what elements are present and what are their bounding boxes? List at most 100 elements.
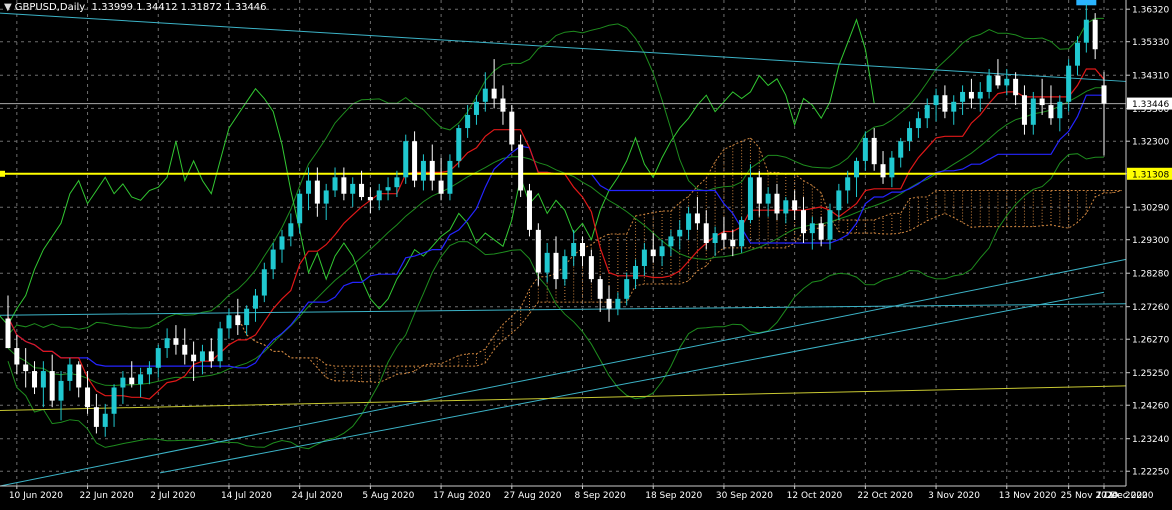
candle — [615, 292, 621, 316]
candle-body — [306, 180, 312, 194]
candle — [164, 328, 170, 358]
candle-body — [668, 236, 674, 247]
kijun-sen — [7, 94, 1104, 369]
candle-body — [5, 318, 11, 349]
candle — [1092, 13, 1098, 60]
candle-body — [588, 256, 594, 280]
candle — [668, 229, 674, 257]
candle-body — [332, 177, 338, 191]
candle-body — [129, 377, 135, 385]
candle — [350, 177, 356, 207]
candle — [509, 105, 515, 152]
candle-body — [58, 380, 64, 401]
candle-body — [49, 371, 55, 401]
candle-body — [633, 265, 639, 280]
price-chart[interactable]: 1.363201.353301.343101.333001.323001.313… — [0, 0, 1172, 506]
candle-body — [32, 371, 38, 388]
x-tick-label: 14 Jul 2020 — [221, 491, 272, 501]
candle-body — [376, 190, 382, 201]
candle-body — [1092, 19, 1098, 50]
candle-body — [880, 164, 886, 178]
candle — [650, 233, 656, 263]
candle — [403, 134, 409, 184]
candle-body — [244, 308, 250, 326]
mid-horizontal-line — [0, 303, 1127, 316]
y-tick-label: 1.34310 — [1132, 72, 1169, 82]
candle-body — [553, 252, 559, 280]
candle — [341, 167, 347, 201]
candle-body — [951, 101, 957, 112]
candle-body — [288, 223, 294, 237]
candle — [199, 344, 205, 375]
x-tick-label: 5 Aug 2020 — [362, 491, 414, 501]
candle-body — [465, 114, 471, 129]
candle — [367, 187, 373, 214]
x-tick-label: 3 Nov 2020 — [928, 491, 980, 501]
candle-body — [986, 75, 992, 92]
candle-body — [774, 193, 780, 214]
lower-support-trendline — [0, 385, 1127, 411]
candle-body — [659, 246, 665, 257]
candle-body — [721, 233, 727, 240]
candle — [677, 220, 683, 250]
candle — [889, 151, 895, 188]
x-tick-label: 12 Oct 2020 — [787, 491, 843, 501]
candle — [1057, 95, 1063, 132]
y-tick-label: 1.28280 — [1132, 270, 1169, 280]
candle — [951, 95, 957, 125]
candle — [1030, 91, 1036, 135]
candle-body — [756, 177, 762, 204]
candles-layer — [5, 3, 1107, 437]
candle-body — [1004, 78, 1010, 86]
candle-body — [571, 243, 577, 257]
candle — [438, 157, 444, 201]
candle-body — [907, 128, 913, 142]
candle-body — [14, 348, 20, 365]
candle-body — [898, 141, 904, 158]
candle — [429, 144, 435, 191]
candle — [14, 334, 20, 375]
candle — [633, 259, 639, 289]
candle-body — [809, 223, 815, 234]
candle-body — [208, 351, 214, 362]
candle — [624, 272, 630, 306]
candle — [1021, 85, 1027, 135]
candle — [535, 223, 541, 286]
candle — [871, 128, 877, 171]
chart-title: ▼ GBPUSD,Daily 1.33999 1.34412 1.31872 1.… — [4, 2, 267, 13]
candle-body — [783, 200, 789, 214]
candle-body — [500, 98, 506, 112]
candle — [694, 197, 700, 230]
candle-body — [456, 128, 462, 161]
candle — [376, 183, 382, 211]
candle — [49, 354, 55, 408]
level-price-label: 1.31308 — [1132, 170, 1169, 180]
candle-body — [845, 177, 851, 191]
candle-body — [261, 269, 267, 296]
candle — [562, 249, 568, 286]
chart-area[interactable]: ▼ GBPUSD,Daily 1.33999 1.34412 1.31872 1.… — [0, 0, 1172, 506]
candle — [792, 190, 798, 221]
candle-body — [544, 252, 550, 273]
candle — [332, 167, 338, 198]
candle — [217, 321, 223, 368]
candle-body — [1057, 101, 1063, 119]
candle — [924, 98, 930, 129]
candle — [518, 134, 524, 198]
candle-body — [491, 88, 497, 99]
candle — [836, 183, 842, 221]
candle — [5, 295, 11, 349]
candle-body — [40, 371, 46, 388]
timeframe-label: Daily — [59, 2, 86, 13]
candle-body — [252, 295, 258, 309]
candle — [526, 183, 532, 237]
x-tick-label: 24 Jul 2020 — [292, 491, 343, 501]
upper-trendline — [0, 12, 1127, 82]
candle-body — [279, 236, 285, 250]
candle-body — [367, 197, 373, 201]
candle-body — [173, 338, 179, 345]
candle — [739, 216, 745, 253]
candle — [641, 243, 647, 276]
candle — [854, 157, 860, 198]
candle-body — [597, 279, 603, 299]
